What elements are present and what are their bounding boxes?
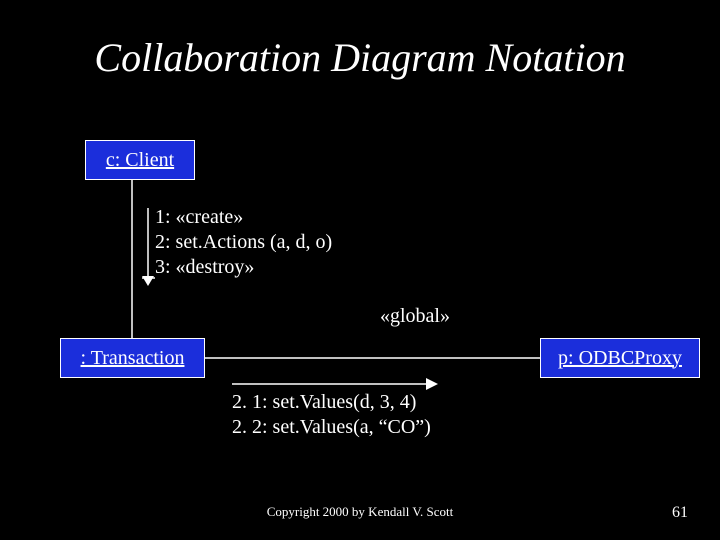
page-number: 61 <box>672 504 688 522</box>
stereotype-global: «global» <box>380 305 450 328</box>
object-client: c: Client <box>85 140 195 180</box>
messages-top: 1: «create» 2: set.Actions (a, d, o) 3: … <box>155 205 332 280</box>
messages-bottom: 2. 1: set.Values(d, 3, 4) 2. 2: set.Valu… <box>232 390 431 440</box>
connector-lines <box>0 0 720 540</box>
object-odbcproxy: p: ODBCProxy <box>540 338 700 378</box>
copyright: Copyright 2000 by Kendall V. Scott <box>0 504 720 520</box>
object-transaction: : Transaction <box>60 338 205 378</box>
slide-title: Collaboration Diagram Notation <box>0 34 720 81</box>
